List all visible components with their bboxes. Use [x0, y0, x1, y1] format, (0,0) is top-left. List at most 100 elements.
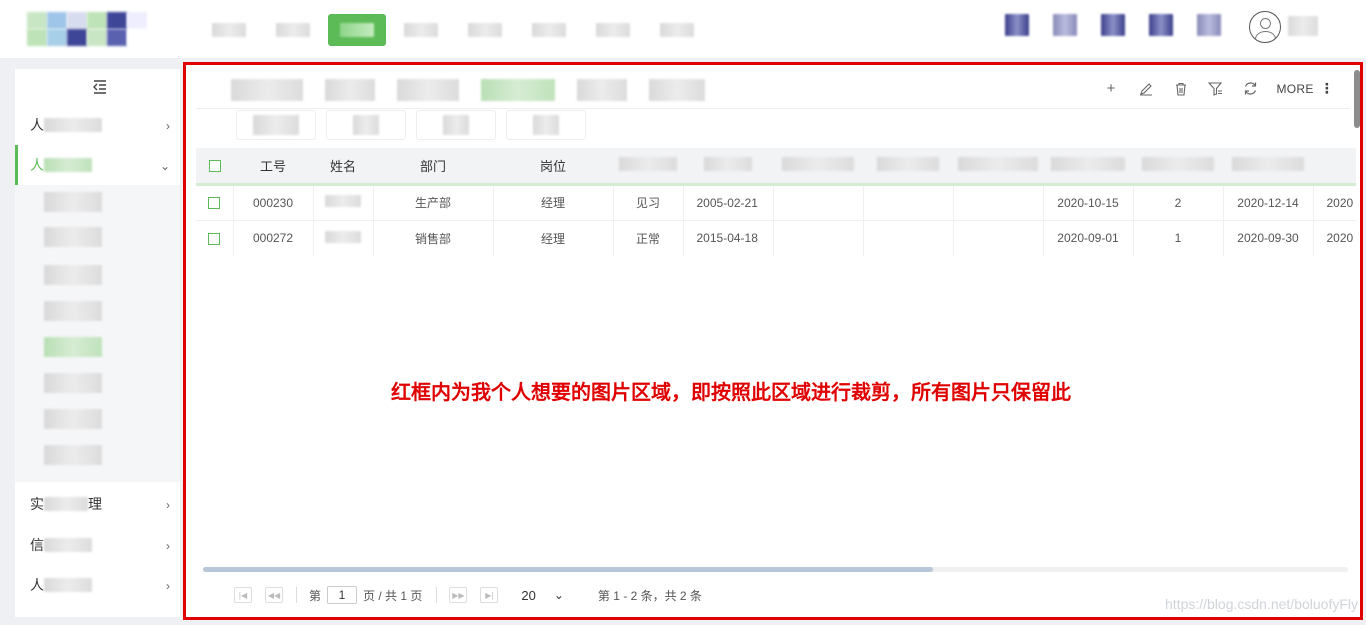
edit-icon[interactable]: [1136, 79, 1155, 98]
cell-id: 000230: [233, 184, 314, 221]
horizontal-scroll-thumb[interactable]: [203, 567, 933, 572]
row-checkbox-cell[interactable]: [196, 184, 234, 221]
cell-status: 正常: [613, 220, 684, 256]
cell-id: 000272: [233, 220, 314, 256]
nav-item-7[interactable]: [584, 14, 642, 46]
nav-item-2[interactable]: [264, 14, 322, 46]
user-name[interactable]: [1288, 16, 1318, 36]
column-header-dept[interactable]: 部门: [373, 148, 493, 186]
sidebar-item-5[interactable]: 人 ›: [15, 565, 180, 605]
column-header-id[interactable]: 工号: [233, 148, 313, 186]
submenu-item[interactable]: [44, 265, 102, 285]
pager-divider: [436, 587, 438, 603]
page-size-select[interactable]: 20 ⌄: [521, 588, 564, 603]
column-header-blurred[interactable]: [863, 148, 953, 186]
data-grid: 工号 姓名 部门 岗位 生效: [196, 148, 1356, 256]
row-checkbox[interactable]: [208, 197, 221, 210]
filter-button-1[interactable]: [236, 110, 316, 140]
nav-item-active[interactable]: [328, 14, 386, 46]
submenu-item[interactable]: [44, 227, 102, 247]
next-page-button[interactable]: ▶▶: [449, 587, 468, 603]
quick-filter-group: [236, 110, 586, 140]
calendar-icon[interactable]: [1053, 14, 1077, 36]
submenu-item[interactable]: [44, 445, 102, 465]
select-all-checkbox-cell[interactable]: [196, 148, 233, 186]
refresh-icon[interactable]: [1241, 79, 1260, 98]
delete-icon[interactable]: [1171, 79, 1190, 98]
column-header-blurred[interactable]: [1133, 148, 1223, 186]
collapse-menu-icon[interactable]: [92, 80, 108, 94]
filter-icon[interactable]: [1206, 79, 1225, 98]
last-page-button[interactable]: ▶|: [480, 587, 499, 603]
app-logo[interactable]: [27, 12, 147, 46]
cell-dept: 生产部: [373, 184, 494, 221]
column-header-post[interactable]: 岗位: [493, 148, 613, 186]
row-checkbox[interactable]: [208, 232, 221, 245]
row-checkbox-cell[interactable]: [196, 220, 234, 256]
submenu-item[interactable]: [44, 192, 102, 212]
page-number-input[interactable]: [327, 586, 358, 604]
sidebar-item-4[interactable]: 信 ›: [15, 525, 180, 565]
column-header-blurred[interactable]: [613, 148, 683, 186]
mail-icon[interactable]: [1149, 14, 1173, 36]
submenu-item[interactable]: [44, 373, 102, 393]
nav-item-4[interactable]: [392, 14, 450, 46]
cell-status: 见习: [613, 184, 684, 221]
column-header-blurred[interactable]: [773, 148, 863, 186]
submenu-item[interactable]: [44, 301, 102, 321]
column-header-blurred[interactable]: [1043, 148, 1133, 186]
nav-item-8[interactable]: [648, 14, 706, 46]
filter-button-2[interactable]: [326, 110, 406, 140]
sidebar-item-3[interactable]: 实理 ›: [15, 484, 180, 524]
submenu: [15, 185, 180, 482]
cell-date: 2020-09-01: [1043, 220, 1134, 256]
horizontal-scrollbar[interactable]: [203, 567, 1348, 572]
cell-date-truncated: 2020: [1313, 220, 1356, 256]
prev-page-button[interactable]: ◀◀: [265, 587, 283, 603]
add-icon[interactable]: +: [1101, 79, 1120, 98]
pagination: |◀ ◀◀ 第 页 / 共 1 页 ▶▶ ▶| 20⌄ 第 1 - 2 条，共 …: [234, 586, 702, 604]
filter-button-4[interactable]: [506, 110, 586, 140]
cell-post: 经理: [493, 220, 614, 256]
notification-icon[interactable]: [1197, 14, 1221, 36]
cell-number: 2: [1133, 184, 1224, 221]
table-row[interactable]: 000230 生产部 经理 见习 2005-02-21 2020-10-15 2…: [196, 184, 1356, 221]
submenu-item-active[interactable]: [44, 337, 102, 357]
vertical-scrollbar[interactable]: [1354, 70, 1360, 128]
table-toolbar: + MORE ⋮: [1101, 79, 1334, 98]
tab-3[interactable]: [397, 79, 459, 104]
nav-item-6[interactable]: [520, 14, 578, 46]
tab-active[interactable]: [481, 79, 555, 104]
more-menu-button[interactable]: MORE ⋮: [1276, 80, 1334, 97]
first-page-button[interactable]: |◀: [234, 587, 252, 603]
column-header-blurred[interactable]: [953, 148, 1043, 186]
cell-date: 2005-02-21: [683, 184, 774, 221]
sidebar-item-2-expanded[interactable]: 人 ⌄: [15, 145, 180, 185]
message-icon[interactable]: [1005, 14, 1029, 36]
column-header-blurred[interactable]: [683, 148, 773, 186]
tab-1[interactable]: [231, 79, 303, 104]
cell-date: 2020-12-14: [1223, 184, 1314, 221]
tab-2[interactable]: [325, 79, 375, 104]
sidebar-item-1[interactable]: 人 ›: [15, 105, 180, 145]
tab-6[interactable]: [649, 79, 705, 104]
cell-number: 1: [1133, 220, 1224, 256]
column-header-effective[interactable]: 生效: [1313, 148, 1356, 186]
user-avatar[interactable]: [1249, 11, 1281, 43]
main-nav: [200, 14, 706, 46]
submenu-item[interactable]: [44, 409, 102, 429]
column-header-name[interactable]: 姓名: [313, 148, 373, 186]
sidebar: 人 › 人 ⌄ 实理 › 信 › 人 ›: [15, 69, 180, 617]
nav-item-5[interactable]: [456, 14, 514, 46]
nav-item-1[interactable]: [200, 14, 258, 46]
tab-5[interactable]: [577, 79, 627, 104]
chat-icon[interactable]: [1101, 14, 1125, 36]
select-all-checkbox[interactable]: [208, 160, 221, 173]
table-row[interactable]: 000272 销售部 经理 正常 2015-04-18 2020-09-01 1…: [196, 220, 1356, 256]
cell-dept: 销售部: [373, 220, 494, 256]
watermark: https://blog.csdn.net/boluofyFly: [1165, 596, 1358, 612]
cell-date: 2020-09-30: [1223, 220, 1314, 256]
column-header-blurred[interactable]: [1223, 148, 1313, 186]
chevron-right-icon: ›: [166, 539, 170, 553]
filter-button-3[interactable]: [416, 110, 496, 140]
